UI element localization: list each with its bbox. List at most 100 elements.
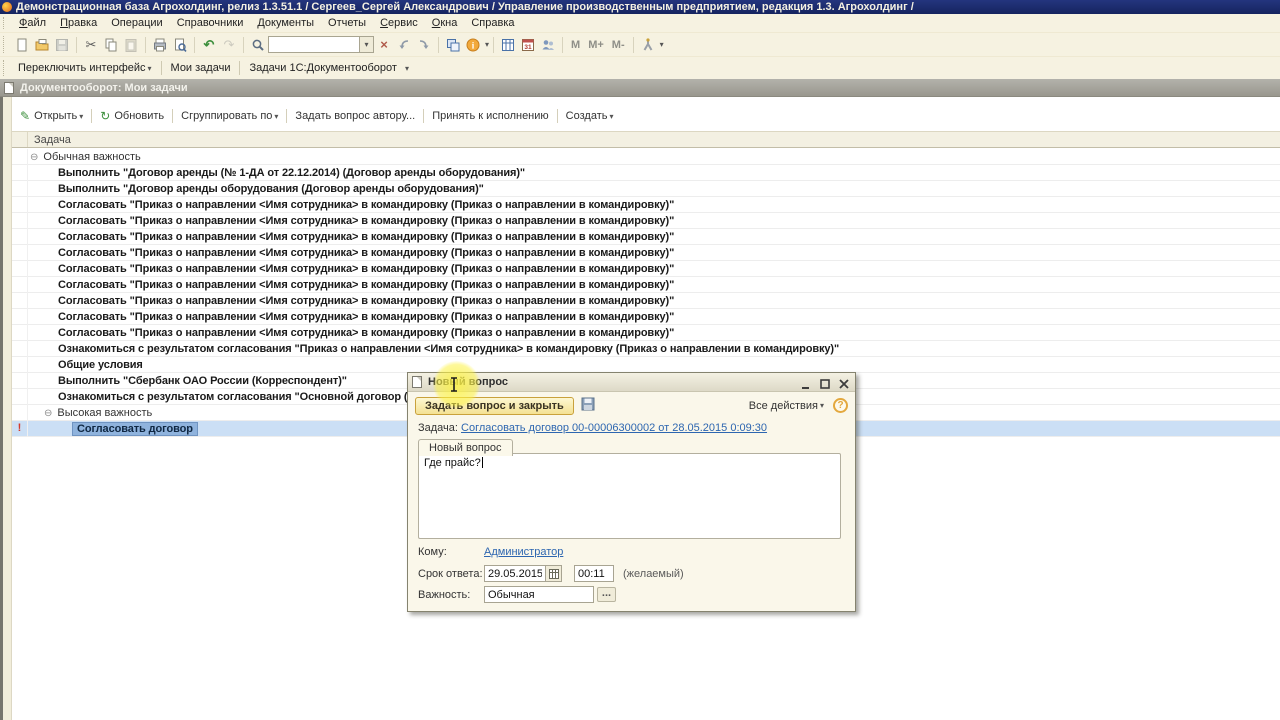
memory-m-minus-button[interactable]: M- <box>608 39 629 51</box>
question-textarea[interactable]: Где прайс? <box>418 453 841 539</box>
info-dropdown-icon[interactable]: ▾ <box>485 40 489 49</box>
task-row[interactable]: Согласовать "Приказ о направлении <Имя с… <box>12 277 1280 293</box>
task-cell[interactable]: Согласовать "Приказ о направлении <Имя с… <box>58 213 674 229</box>
clear-search-icon[interactable]: × <box>375 36 393 54</box>
menu-item[interactable]: Отчеты <box>321 15 373 31</box>
quick-search-combobox[interactable]: ▾ <box>268 36 374 53</box>
task-row[interactable]: Согласовать "Приказ о направлении <Имя с… <box>12 261 1280 277</box>
save-question-icon[interactable] <box>581 397 595 414</box>
redo-icon[interactable]: ↷ <box>220 36 238 54</box>
task-column-header[interactable]: Задача <box>28 134 71 146</box>
table-board-icon[interactable] <box>499 36 517 54</box>
task-cell[interactable]: Согласовать "Приказ о направлении <Имя с… <box>58 325 674 341</box>
undo-icon[interactable]: ↶ <box>200 36 218 54</box>
menu-item[interactable]: Справка <box>464 15 521 31</box>
task-row[interactable]: Ознакомиться с результатом согласования … <box>12 341 1280 357</box>
task-cell[interactable]: Согласовать "Приказ о направлении <Имя с… <box>58 229 674 245</box>
combobox-dropdown-icon[interactable]: ▾ <box>360 36 374 53</box>
task-cell[interactable]: Согласовать "Приказ о направлении <Имя с… <box>58 197 674 213</box>
task-row[interactable]: Согласовать "Приказ о направлении <Имя с… <box>12 245 1280 261</box>
action-4-button[interactable]: Задать вопрос автору... <box>289 108 421 124</box>
task-group-row[interactable]: ⊖ Обычная важность <box>12 149 1280 165</box>
table-header[interactable]: Задача <box>12 131 1280 148</box>
task-cell[interactable]: Выполнить "Сбербанк ОАО России (Корреспо… <box>58 373 347 389</box>
toolbar-grip[interactable] <box>3 36 8 53</box>
task-cell[interactable]: Согласовать "Приказ о направлении <Имя с… <box>58 293 674 309</box>
task-row[interactable]: Согласовать "Приказ о направлении <Имя с… <box>12 309 1280 325</box>
task-row[interactable]: Согласовать "Приказ о направлении <Имя с… <box>12 293 1280 309</box>
task-row[interactable]: Согласовать "Приказ о направлении <Имя с… <box>12 197 1280 213</box>
tab-new-question[interactable]: Новый вопрос <box>418 439 513 456</box>
task-cell[interactable]: Согласовать "Приказ о направлении <Имя с… <box>58 309 674 325</box>
menu-item[interactable]: Операции <box>104 15 169 31</box>
menu-item[interactable]: Окна <box>425 15 465 31</box>
help-button[interactable]: ? <box>833 398 848 413</box>
task-row[interactable]: Общие условия <box>12 357 1280 373</box>
task-row[interactable]: Согласовать "Приказ о направлении <Имя с… <box>12 325 1280 341</box>
mdi-window-titlebar[interactable]: Документооборот: Мои задачи <box>0 79 1280 97</box>
calendar-icon[interactable]: 31 <box>519 36 537 54</box>
service-dropdown-icon[interactable]: ▾ <box>660 40 664 49</box>
open-icon[interactable] <box>33 36 51 54</box>
memory-m-button[interactable]: M <box>567 39 584 51</box>
panel-tasks-docflow[interactable]: Задачи 1С:Документооборот <box>243 60 402 76</box>
menu-item[interactable]: Справочники <box>170 15 251 31</box>
go-next-link-icon[interactable] <box>415 36 433 54</box>
task-cell[interactable]: Согласовать "Приказ о направлении <Имя с… <box>58 245 674 261</box>
task-cell[interactable]: Выполнить "Договор аренды (№ 1-ДА от 22.… <box>58 165 525 181</box>
task-row[interactable]: Согласовать "Приказ о направлении <Имя с… <box>12 213 1280 229</box>
task-cell[interactable]: ⊖ Высокая важность <box>44 405 152 421</box>
save-icon[interactable] <box>53 36 71 54</box>
menu-item[interactable]: Сервис <box>373 15 425 31</box>
search-icon[interactable] <box>249 36 267 54</box>
action-1-button[interactable]: ✎ Открыть ▾ <box>14 107 89 125</box>
cut-icon[interactable]: ✂ <box>82 36 100 54</box>
print-preview-icon[interactable] <box>171 36 189 54</box>
panel-my-tasks[interactable]: Мои задачи <box>165 60 237 76</box>
users-icon[interactable] <box>539 36 557 54</box>
minimize-icon[interactable] <box>798 376 813 389</box>
info-icon[interactable]: i <box>464 36 482 54</box>
menu-item[interactable]: Файл <box>12 15 53 31</box>
all-actions-button[interactable]: Все действия ▾ <box>749 400 824 412</box>
paste-icon[interactable] <box>122 36 140 54</box>
window-copy-icon[interactable] <box>444 36 462 54</box>
task-cell[interactable]: Согласовать "Приказ о направлении <Имя с… <box>58 277 674 293</box>
task-cell[interactable]: ⊖ Обычная важность <box>30 149 141 165</box>
task-cell[interactable]: Согласовать "Приказ о направлении <Имя с… <box>58 261 674 277</box>
menubar-grip[interactable] <box>3 16 8 30</box>
task-cell[interactable]: Согласовать договор <box>72 421 198 437</box>
interfacebar-grip[interactable] <box>3 60 8 76</box>
calendar-picker-icon[interactable] <box>546 565 562 582</box>
action-6-button[interactable]: Создать ▾ <box>560 108 620 124</box>
new-document-icon[interactable] <box>13 36 31 54</box>
switch-interface-button[interactable]: Переключить интерфейс ▾ <box>12 60 158 76</box>
action-5-button[interactable]: Принять к исполнению <box>426 108 554 124</box>
memory-m-plus-button[interactable]: M+ <box>584 39 608 51</box>
ask-and-close-button[interactable]: Задать вопрос и закрыть <box>415 396 574 415</box>
close-icon[interactable] <box>836 376 851 389</box>
panel-overflow-icon[interactable]: ▾ <box>405 64 409 73</box>
importance-more-button[interactable]: ... <box>597 587 616 602</box>
task-row[interactable]: Выполнить "Договор аренды оборудования (… <box>12 181 1280 197</box>
task-cell[interactable]: Общие условия <box>58 357 143 373</box>
importance-input[interactable] <box>484 586 594 603</box>
dialog-titlebar[interactable]: Новый вопрос <box>408 373 855 392</box>
task-cell[interactable]: Выполнить "Договор аренды оборудования (… <box>58 181 484 197</box>
task-cell[interactable]: Ознакомиться с результатом согласования … <box>58 389 415 405</box>
task-link[interactable]: Согласовать договор 00-00006300002 от 28… <box>461 422 767 434</box>
task-cell[interactable]: Ознакомиться с результатом согласования … <box>58 341 839 357</box>
copy-icon[interactable] <box>102 36 120 54</box>
quick-search-input[interactable] <box>268 36 360 53</box>
collapse-icon[interactable]: ⊖ <box>44 408 52 419</box>
deadline-time-input[interactable] <box>574 565 614 582</box>
collapse-icon[interactable]: ⊖ <box>30 152 38 163</box>
menu-item[interactable]: Правка <box>53 15 104 31</box>
action-2-button[interactable]: ↻ Обновить <box>94 107 170 125</box>
service-icon[interactable] <box>639 36 657 54</box>
action-3-button[interactable]: Сгруппировать по ▾ <box>175 108 284 124</box>
print-icon[interactable] <box>151 36 169 54</box>
maximize-icon[interactable] <box>817 376 832 389</box>
go-previous-link-icon[interactable] <box>395 36 413 54</box>
deadline-date-input[interactable] <box>484 565 546 582</box>
